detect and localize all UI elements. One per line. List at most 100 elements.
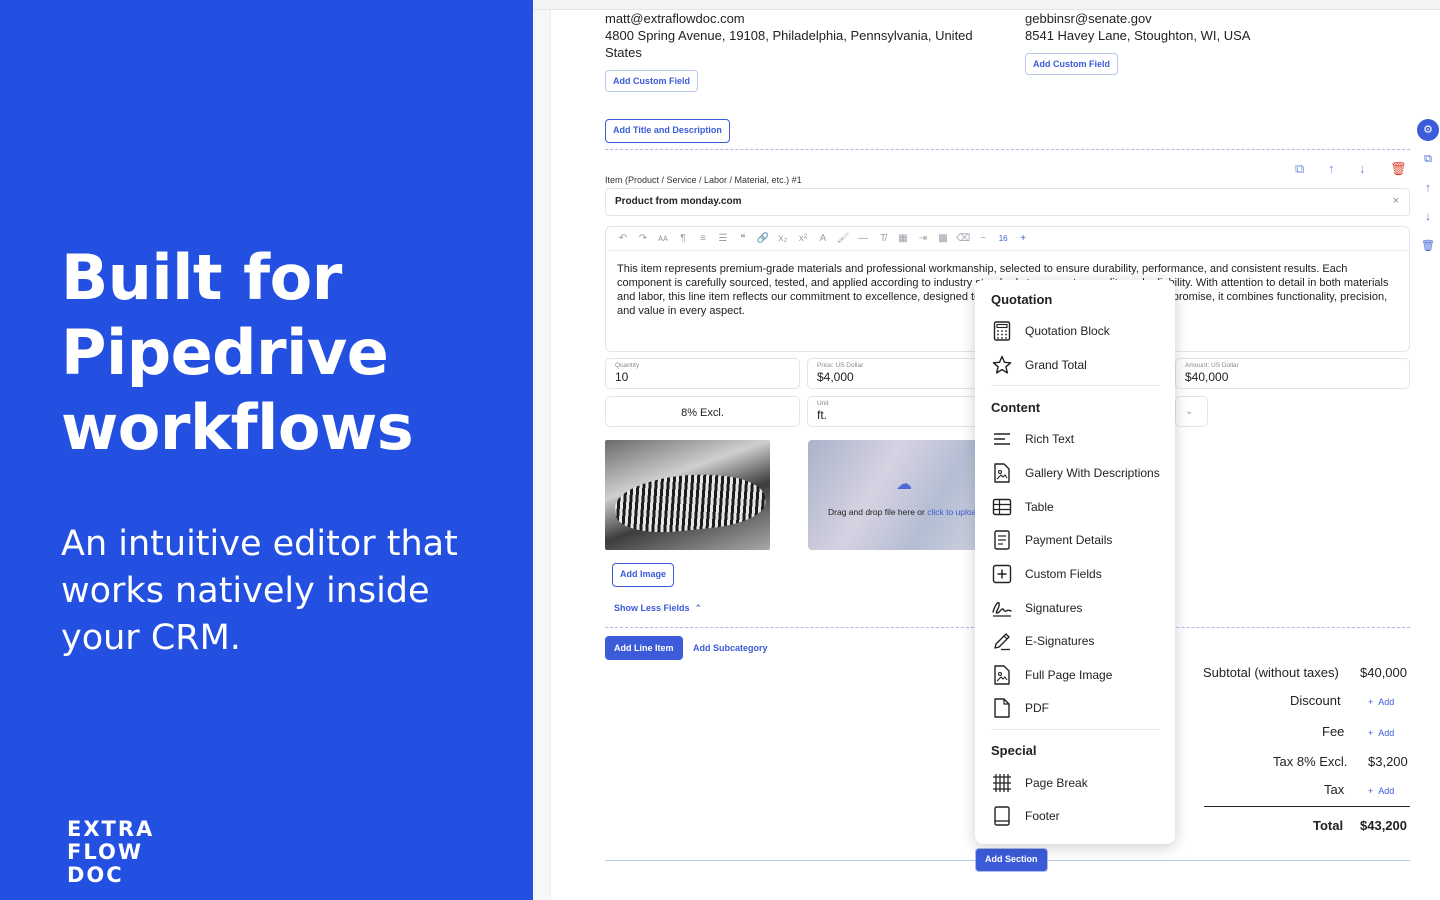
menu-item-label: Footer — [1025, 809, 1060, 823]
show-less-fields-link[interactable]: Show Less Fields ⌃ — [614, 603, 702, 614]
sender-email: matt@extraflowdoc.com — [605, 11, 745, 26]
settings-gear-icon[interactable]: ⚙ — [1417, 119, 1439, 141]
unit-field[interactable]: Unit ft. — [807, 396, 987, 427]
arrow-up-icon[interactable]: ↑ — [1417, 177, 1439, 199]
item-title-value: Product from monday.com — [615, 196, 742, 207]
menu-item-table[interactable]: Table — [991, 495, 1161, 519]
dropzone-label: Drag and drop file here or — [828, 507, 928, 517]
logo-line: FLOW — [67, 840, 143, 864]
font-increase-icon[interactable]: + — [1016, 233, 1030, 244]
total-label: Total — [1313, 818, 1344, 833]
pen-icon — [991, 630, 1013, 652]
recipient-add-custom-field-button[interactable]: Add Custom Field — [1025, 53, 1118, 75]
menu-item-signatures[interactable]: Signatures — [991, 596, 1161, 620]
menu-item-page-break[interactable]: Page Break — [991, 771, 1161, 795]
menu-item-full-page-image[interactable]: Full Page Image — [991, 663, 1161, 687]
clear-format-icon[interactable]: T̸ — [876, 233, 890, 244]
add-title-description-button[interactable]: Add Title and Description — [605, 119, 730, 143]
table-icon[interactable]: ▦ — [896, 233, 910, 244]
superscript-icon[interactable]: x² — [796, 233, 810, 244]
menu-item-custom-fields[interactable]: Custom Fields — [991, 562, 1161, 586]
redo-icon[interactable]: ↷ — [636, 233, 650, 244]
menu-item-label: Table — [1025, 500, 1054, 514]
image-file-icon — [991, 664, 1013, 686]
image-dropzone[interactable]: ☁ Drag and drop file here or click to up… — [808, 440, 983, 550]
hr-icon[interactable]: — — [856, 233, 870, 244]
menu-item-label: Grand Total — [1025, 358, 1087, 372]
menu-item-footer[interactable]: Footer — [991, 804, 1161, 828]
add-line-item-button[interactable]: Add Line Item — [605, 636, 683, 660]
footer-icon — [991, 805, 1013, 827]
chevron-down-icon: ⌄ — [1185, 406, 1194, 417]
menu-item-gallery[interactable]: Gallery With Descriptions — [991, 461, 1161, 485]
font-decrease-icon[interactable]: − — [976, 233, 990, 244]
quantity-value: 10 — [615, 370, 629, 384]
list-icon[interactable]: ☰ — [716, 233, 730, 244]
menu-heading-quotation: Quotation — [991, 292, 1053, 307]
eraser-icon[interactable]: ⌫ — [956, 233, 970, 244]
align-icon[interactable]: ≡ — [696, 233, 710, 244]
subscript-icon[interactable]: x₂ — [776, 233, 790, 244]
dropzone-upload-link[interactable]: click to upload — [927, 507, 981, 517]
table-grid-icon — [991, 496, 1013, 518]
indent-icon[interactable]: ⇥ — [916, 233, 930, 244]
arrow-down-icon[interactable]: ↓ — [1417, 206, 1439, 228]
trash-icon[interactable]: 🗑 — [1417, 235, 1439, 257]
delete-icon[interactable]: 🗑 — [1390, 161, 1407, 177]
add-section-menu: Quotation Quotation Block Grand Total Co… — [975, 280, 1175, 844]
font-size-value[interactable]: 16 — [996, 234, 1010, 243]
menu-item-rich-text[interactable]: Rich Text — [991, 427, 1161, 451]
logo-line: EXTRA — [67, 817, 155, 841]
price-value: $4,000 — [817, 370, 854, 384]
move-down-icon[interactable]: ↓ — [1359, 161, 1366, 176]
item-label: Item (Product / Service / Labor / Materi… — [605, 175, 802, 185]
clear-icon[interactable]: × — [1393, 195, 1399, 207]
menu-item-pdf[interactable]: PDF — [991, 696, 1161, 720]
subtotal-value: $40,000 — [1360, 665, 1407, 680]
menu-item-esignatures[interactable]: E-Signatures — [991, 629, 1161, 653]
image-file-icon — [991, 462, 1013, 484]
text-color-icon[interactable]: A — [816, 233, 830, 244]
extra-select[interactable]: ⌄ — [1175, 396, 1208, 427]
duplicate-icon[interactable]: ⧉ — [1295, 161, 1304, 177]
font-case-icon[interactable]: ᴀᴀ — [656, 233, 670, 244]
menu-item-label: Rich Text — [1025, 432, 1075, 446]
add-subcategory-link[interactable]: Add Subcategory — [693, 643, 768, 653]
grid-icon[interactable]: ▩ — [936, 233, 950, 244]
link-icon[interactable]: 🔗 — [756, 233, 770, 244]
paint-icon[interactable]: 🖌 — [836, 233, 850, 244]
menu-item-label: E-Signatures — [1025, 634, 1095, 648]
menu-heading-special: Special — [991, 743, 1037, 758]
sender-add-custom-field-button[interactable]: Add Custom Field — [605, 70, 698, 92]
add-tax-link[interactable]: + Add — [1368, 786, 1394, 796]
text-format-icon[interactable]: ¶ — [676, 233, 690, 244]
quantity-field[interactable]: Quantity 10 — [605, 358, 800, 389]
item-title-input[interactable]: Product from monday.com × — [605, 188, 1410, 216]
price-field[interactable]: Price: US Dollar $4,000 — [807, 358, 987, 389]
star-icon — [991, 354, 1013, 376]
amount-field[interactable]: Amount: US Dollar $40,000 — [1175, 358, 1410, 389]
menu-item-grand-total[interactable]: Grand Total — [991, 353, 1161, 377]
add-discount-link[interactable]: + Add — [1368, 697, 1394, 707]
add-section-button[interactable]: Add Section — [975, 848, 1048, 872]
menu-item-label: Signatures — [1025, 601, 1083, 615]
menu-item-quotation-block[interactable]: Quotation Block — [991, 319, 1161, 343]
unit-value: ft. — [817, 408, 828, 422]
tax-select[interactable]: 8% Excl. — [605, 396, 800, 427]
menu-item-payment-details[interactable]: Payment Details — [991, 528, 1161, 552]
undo-icon[interactable]: ↶ — [616, 233, 630, 244]
copy-icon[interactable]: ⧉ — [1417, 148, 1439, 170]
item-image[interactable] — [605, 440, 770, 550]
add-fee-link[interactable]: + Add — [1368, 728, 1394, 738]
total-value: $43,200 — [1360, 818, 1407, 833]
move-up-icon[interactable]: ↑ — [1328, 161, 1335, 176]
fee-label: Fee — [1322, 724, 1345, 739]
menu-item-label: Custom Fields — [1025, 567, 1102, 581]
sender-block: matt@extraflowdoc.com 4800 Spring Avenue… — [605, 10, 985, 61]
add-discount-label: Add — [1378, 697, 1395, 707]
add-image-button[interactable]: Add Image — [612, 563, 675, 587]
price-label: Price: US Dollar — [817, 362, 864, 369]
menu-item-label: Full Page Image — [1025, 668, 1113, 682]
quote-icon[interactable]: ❝ — [736, 233, 750, 244]
promo-panel: Built for Pipedrive workflows An intuiti… — [0, 0, 533, 900]
